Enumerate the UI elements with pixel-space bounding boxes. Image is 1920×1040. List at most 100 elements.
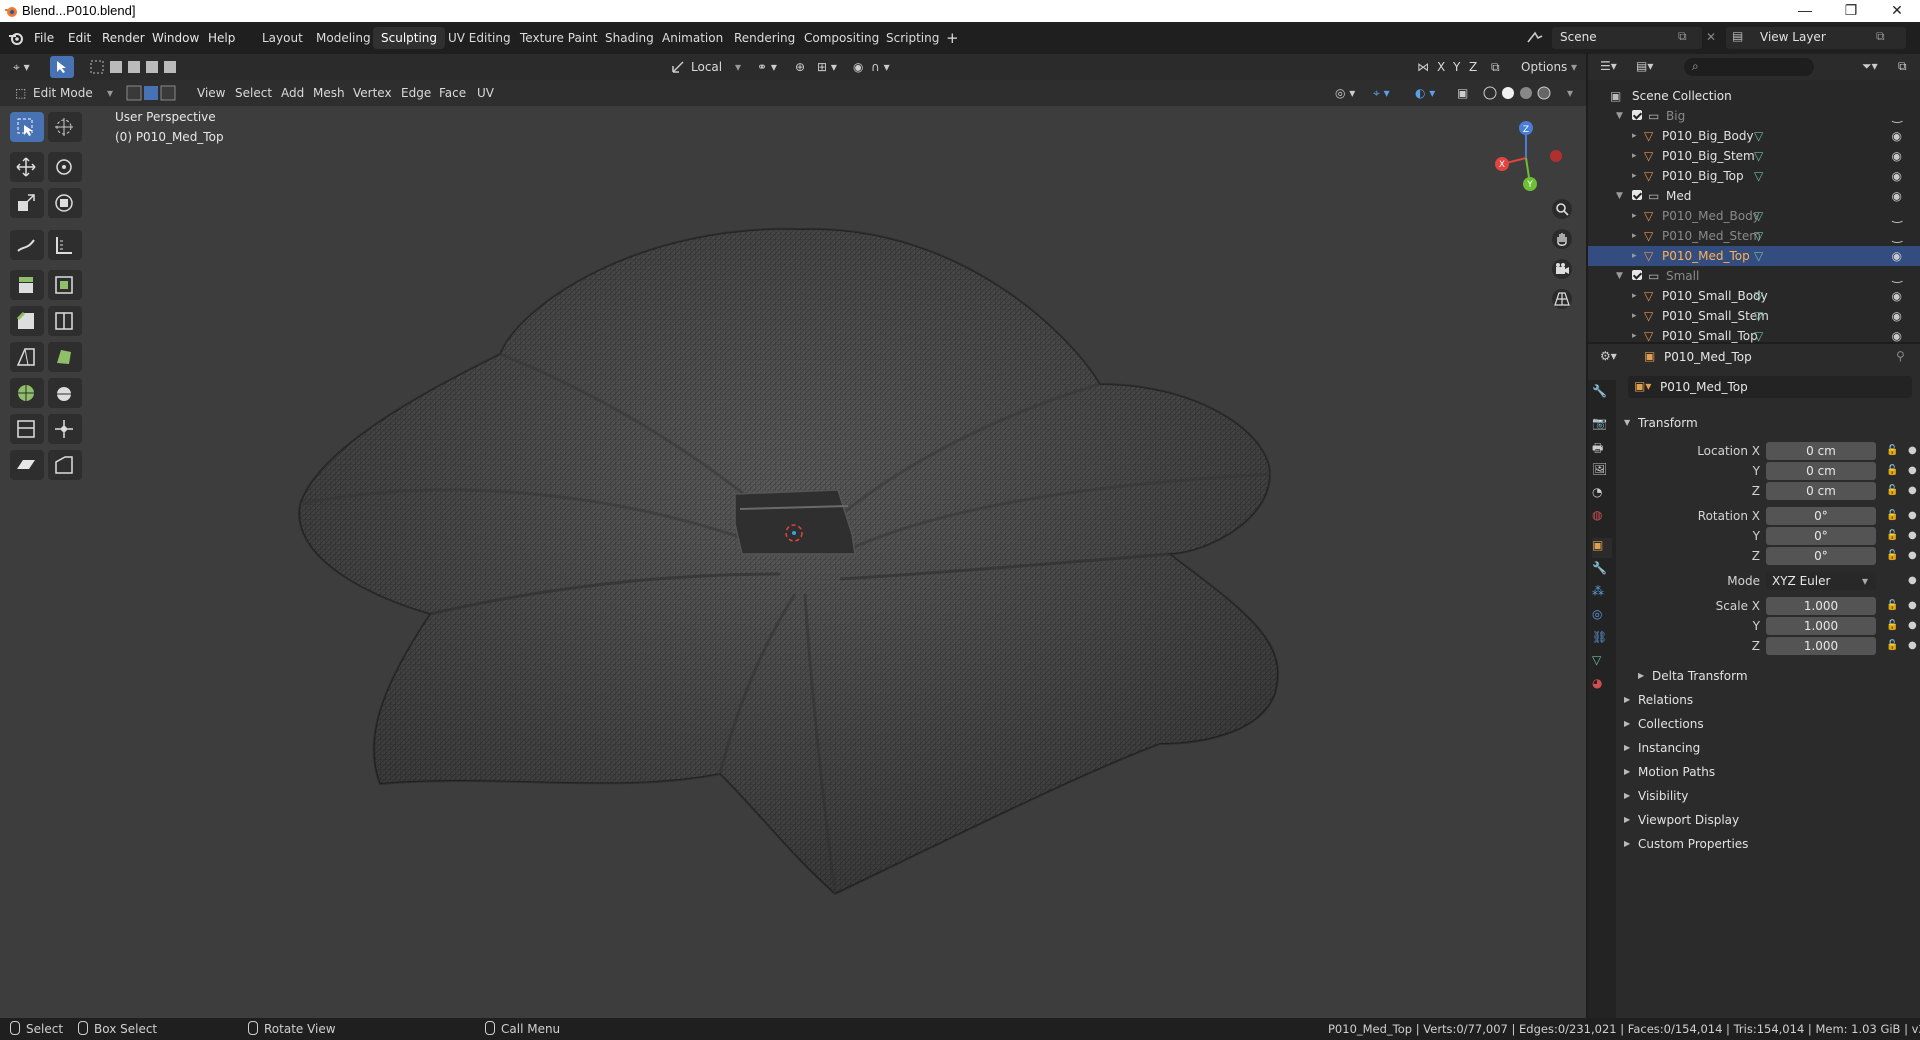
location-x-field[interactable]: 0 cm — [1766, 442, 1876, 460]
visibility-toggle-icon[interactable]: ◎ ▾ — [1330, 84, 1360, 102]
scale-y-field[interactable]: 1.000 — [1766, 617, 1876, 635]
outliner-collection-row[interactable]: ▼ ▭ Small ‿ — [1588, 266, 1920, 286]
lock-icon[interactable]: 🔓 — [1886, 481, 1898, 501]
view-layer-selector[interactable]: ▤ View Layer ⧉ — [1726, 27, 1906, 49]
keyframe-dot-icon[interactable]: ● — [1908, 506, 1917, 526]
inset-faces-tool-button[interactable] — [48, 270, 82, 300]
render-tab-icon[interactable]: 📷 — [1592, 416, 1612, 436]
orientation-chevron-icon[interactable]: ▾ — [730, 58, 746, 76]
eye-icon[interactable]: ◉ — [1892, 146, 1902, 166]
select-tool-button[interactable] — [50, 56, 74, 78]
outliner-search-input[interactable]: ⌕ — [1684, 58, 1814, 76]
data-tab-icon[interactable]: ▽ — [1592, 653, 1612, 673]
tab-animation[interactable]: Animation — [654, 27, 731, 49]
mesh-data-icon[interactable]: ▽ — [1754, 146, 1763, 166]
scale-x-field[interactable]: 1.000 — [1766, 597, 1876, 615]
location-z-field[interactable]: 0 cm — [1766, 482, 1876, 500]
tweak-tool-button[interactable] — [10, 112, 44, 142]
hidden-eye-icon[interactable]: ‿ — [1892, 226, 1902, 246]
viewport-display-panel-header[interactable]: ▶ Viewport Display — [1618, 809, 1920, 831]
falloff-icon[interactable]: ∩ ▾ — [866, 58, 895, 76]
lock-icon[interactable]: 🔓 — [1886, 461, 1898, 481]
hidden-eye-icon[interactable]: ‿ — [1892, 206, 1902, 226]
object-name-field[interactable]: ▣▾ P010_Med_Top — [1628, 376, 1912, 398]
menu-select[interactable]: Select — [230, 84, 277, 102]
lock-icon[interactable]: 🔓 — [1886, 546, 1898, 566]
scene-tab-icon[interactable]: ◔ — [1592, 485, 1612, 505]
outliner-object-row[interactable]: ▸ ▽ P010_Med_Top ▽ ◉ — [1588, 246, 1920, 266]
outliner-editor-icon[interactable]: ☰▾ — [1600, 59, 1617, 73]
output-tab-icon[interactable]: 🖶 — [1592, 439, 1612, 459]
eye-icon[interactable]: ◉ — [1892, 326, 1902, 346]
mode-chevron-icon[interactable]: ▾ — [102, 84, 118, 102]
properties-editor-icon[interactable]: ⚙▾ — [1600, 349, 1617, 363]
transform-tool-button[interactable] — [48, 188, 82, 218]
expand-triangle-icon[interactable]: ▼ — [1616, 266, 1623, 286]
xray-toggle-icon[interactable]: ▣ — [1452, 84, 1473, 102]
shading-chevron-icon[interactable]: ▾ — [1562, 84, 1578, 102]
outliner-object-row[interactable]: ▸ ▽ P010_Small_Top ▽ ◉ — [1588, 326, 1920, 346]
eye-icon[interactable]: ◉ — [1892, 186, 1902, 206]
outliner-collection-row[interactable]: ▼ ▭ Med ◉ — [1588, 186, 1920, 206]
tab-rendering[interactable]: Rendering — [726, 27, 803, 49]
outliner-object-row[interactable]: ▸ ▽ P010_Small_Stem ▽ ◉ — [1588, 306, 1920, 326]
mesh-object-p010-med-top[interactable] — [0, 54, 1586, 1018]
particles-tab-icon[interactable]: ⁂ — [1592, 584, 1612, 604]
move-tool-button[interactable] — [10, 152, 44, 182]
mirror-icon[interactable]: ⋈ — [1412, 58, 1434, 76]
scene-selector[interactable]: Scene ⧉ — [1552, 27, 1702, 49]
gizmo-toggle-icon[interactable]: ⌖ ▾ — [1368, 84, 1395, 102]
menu-render[interactable]: Render — [96, 28, 151, 48]
orientation-dropdown[interactable]: Local — [686, 58, 727, 76]
delta-transform-subpanel[interactable]: ▶ Delta Transform — [1632, 665, 1920, 687]
new-scene-icon[interactable]: ⧉ — [1678, 29, 1687, 44]
minimize-button[interactable]: — — [1782, 0, 1828, 22]
snap-target-icon[interactable]: ⊞ ▾ — [812, 58, 842, 76]
menu-edit[interactable]: Edit — [62, 28, 97, 48]
options-menu[interactable]: Options — [1516, 58, 1572, 76]
mesh-data-icon[interactable]: ▽ — [1754, 306, 1763, 326]
expand-triangle-icon[interactable]: ▼ — [1616, 186, 1623, 206]
3d-viewport[interactable]: ⌖ ▾ Local ▾ ⚭ ▾ ⊕ ⊞ ▾ ◉ ∩ ▾ ⋈ X Y Z ⧉ Op… — [0, 54, 1586, 1018]
outliner-object-row[interactable]: ▸ ▽ P010_Big_Body ▽ ◉ — [1588, 126, 1920, 146]
lock-icon[interactable]: 🔓 — [1886, 616, 1898, 636]
bevel-tool-button[interactable] — [10, 306, 44, 336]
navigation-gizmo[interactable]: Z X Y — [1486, 118, 1566, 198]
select-mode-icons[interactable] — [126, 85, 180, 101]
exclude-checkbox[interactable] — [1632, 190, 1642, 200]
mesh-data-icon[interactable]: ▽ — [1754, 206, 1763, 226]
world-tab-icon[interactable]: ◍ — [1592, 508, 1612, 528]
mirror-axis-z[interactable]: Z — [1464, 58, 1482, 76]
outliner-object-row[interactable]: ▸ ▽ P010_Small_Body ▽ ◉ — [1588, 286, 1920, 306]
cursor-tool-button[interactable] — [48, 112, 82, 142]
keyframe-dot-icon[interactable]: ● — [1908, 461, 1917, 481]
child-arrow-icon[interactable]: ▸ — [1632, 146, 1637, 166]
shrink-fatten-tool-button[interactable] — [48, 414, 82, 444]
collections-panel-header[interactable]: ▶ Collections — [1618, 713, 1920, 735]
measure-tool-button[interactable] — [48, 230, 82, 260]
mesh-data-icon[interactable]: ▽ — [1754, 226, 1763, 246]
menu-file[interactable]: File — [28, 28, 60, 48]
annotate-tool-button[interactable] — [10, 230, 44, 260]
outliner-object-row[interactable]: ▸ ▽ P010_Med_Body ▽ ‿ — [1588, 206, 1920, 226]
menu-add[interactable]: Add — [276, 84, 309, 102]
pan-hand-icon[interactable] — [1551, 228, 1573, 250]
selection-mode-icons[interactable] — [90, 59, 180, 75]
eye-icon[interactable]: ◉ — [1892, 246, 1902, 266]
keyframe-dot-icon[interactable]: ● — [1908, 596, 1917, 616]
remove-scene-icon[interactable]: ✕ — [1706, 30, 1716, 44]
child-arrow-icon[interactable]: ▸ — [1632, 166, 1637, 186]
tool-tab-icon[interactable]: 🔧 — [1592, 384, 1612, 404]
child-arrow-icon[interactable]: ▸ — [1632, 306, 1637, 326]
extrude-region-tool-button[interactable] — [10, 270, 44, 300]
mirror-axis-y[interactable]: Y — [1448, 58, 1465, 76]
poly-build-tool-button[interactable] — [48, 342, 82, 372]
menu-vertex[interactable]: Vertex — [348, 84, 397, 102]
motion-paths-panel-header[interactable]: ▶ Motion Paths — [1618, 761, 1920, 783]
menu-view[interactable]: View — [192, 84, 230, 102]
eye-icon[interactable]: ◉ — [1892, 306, 1902, 326]
child-arrow-icon[interactable]: ▸ — [1632, 226, 1637, 246]
outliner-object-row[interactable]: ▸ ▽ P010_Big_Top ▽ ◉ — [1588, 166, 1920, 186]
loop-cut-tool-button[interactable] — [48, 306, 82, 336]
keyframe-dot-icon[interactable]: ● — [1908, 546, 1917, 566]
